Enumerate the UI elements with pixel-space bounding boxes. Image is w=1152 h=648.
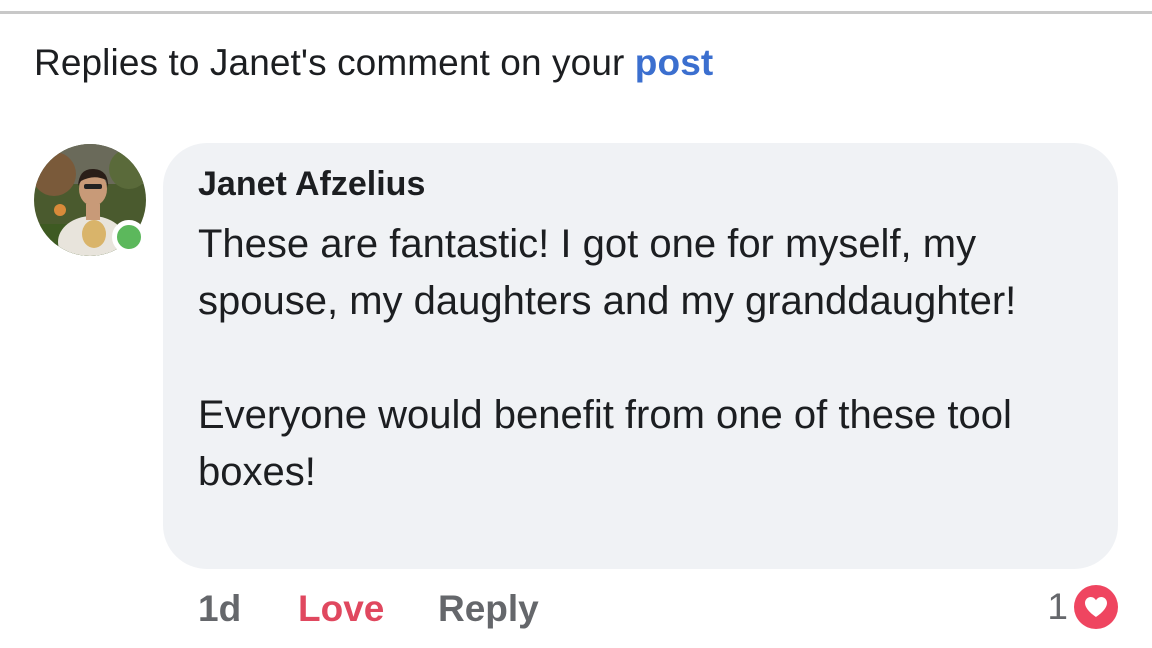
comment-text: These are fantastic! I got one for mysel… — [198, 216, 1088, 501]
heart-icon-glyph — [1085, 597, 1107, 617]
comment-author[interactable]: Janet Afzelius — [198, 165, 425, 204]
top-divider — [0, 11, 1152, 14]
love-button[interactable]: Love — [298, 588, 384, 630]
reply-button[interactable]: Reply — [438, 588, 539, 630]
comment-paragraph: Everyone would benefit from one of these… — [198, 393, 1012, 494]
comment-timestamp[interactable]: 1d — [198, 588, 241, 630]
online-status-indicator — [112, 220, 146, 254]
page-title: Replies to Janet's comment on your post — [34, 42, 713, 84]
reaction-summary[interactable]: 1 — [1047, 584, 1118, 630]
comment-bubble[interactable]: Janet Afzelius These are fantastic! I go… — [163, 143, 1118, 569]
comment-paragraph: These are fantastic! I got one for mysel… — [198, 222, 1017, 323]
heart-icon — [1074, 585, 1118, 629]
post-link[interactable]: post — [635, 42, 714, 83]
comment-replies-page: Replies to Janet's comment on your post … — [0, 0, 1152, 648]
reaction-count: 1 — [1047, 586, 1068, 627]
page-title-text: Replies to Janet's comment on your — [34, 42, 635, 83]
